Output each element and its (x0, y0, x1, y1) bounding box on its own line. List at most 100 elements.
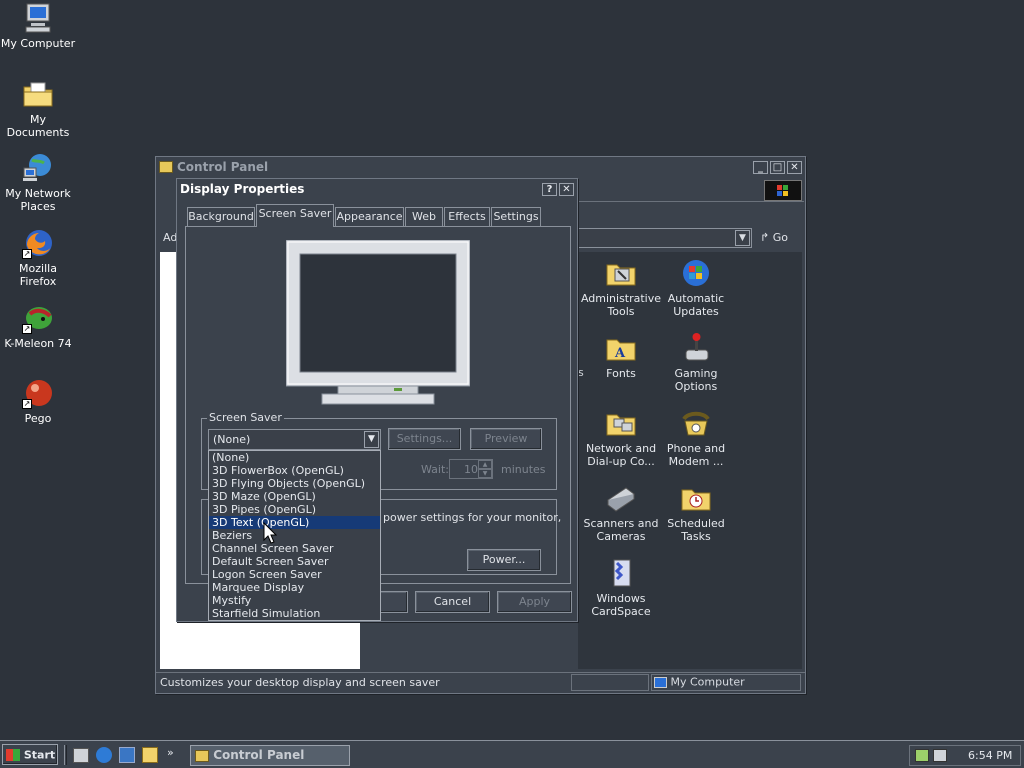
quick-launch-outlook-icon[interactable] (119, 747, 135, 763)
dialog-title: Display Properties (180, 182, 305, 196)
go-button[interactable]: ↱ Go (760, 230, 800, 248)
desktop-icon-my-documents[interactable]: My Documents (0, 78, 76, 139)
cp-item-label: Network and Dial-up Co... (585, 442, 657, 468)
tray-volume-icon[interactable] (933, 749, 947, 762)
control-panel-titlebar[interactable]: Control Panel _ □ ✕ (156, 157, 805, 177)
cancel-button[interactable]: Cancel (415, 591, 490, 613)
address-dropdown-button[interactable]: ▼ (735, 230, 750, 246)
desktop-icon-label: Pego (24, 412, 52, 425)
network-icon (22, 152, 54, 184)
option-3d-pipes[interactable]: 3D Pipes (OpenGL) (209, 503, 380, 516)
settings-button[interactable]: Settings... (388, 428, 461, 450)
tab-effects[interactable]: Effects (444, 207, 490, 226)
shortcut-arrow-icon: ↗ (22, 324, 32, 334)
cp-item-gaming-options[interactable]: Gaming Options (655, 332, 737, 393)
status-bar: Customizes your desktop display and scre… (156, 672, 805, 692)
task-app-icon (195, 749, 209, 762)
screensaver-select[interactable]: (None) ▼ (208, 429, 381, 450)
cp-item-network-dialup[interactable]: Network and Dial-up Co... (580, 407, 662, 468)
tab-screen-saver[interactable]: Screen Saver (256, 204, 334, 227)
address-input[interactable]: ▼ (578, 228, 752, 248)
apply-button[interactable]: Apply (497, 591, 572, 613)
stepper-down-icon[interactable]: ▼ (478, 469, 492, 478)
option-default-screen-saver[interactable]: Default Screen Saver (209, 555, 380, 568)
tray-clock[interactable]: 6:54 PM (968, 749, 1012, 762)
tab-web[interactable]: Web (405, 207, 443, 226)
tab-settings[interactable]: Settings (491, 207, 541, 226)
option-beziers[interactable]: Beziers (209, 529, 380, 542)
screensaver-options-list: (None) 3D FlowerBox (OpenGL) 3D Flying O… (208, 450, 381, 621)
desktop-icon-label: My Computer (0, 37, 76, 50)
wait-label: Wait: (421, 463, 449, 476)
admin-tools-icon (605, 257, 637, 289)
cp-item-phone-modem[interactable]: Phone and Modem ... (655, 407, 737, 468)
svg-text:A: A (614, 346, 626, 361)
preview-button[interactable]: Preview (470, 428, 542, 450)
cp-item-label: Scheduled Tasks (667, 517, 725, 543)
status-divider (571, 674, 649, 691)
go-arrow-icon: ↱ (760, 231, 770, 244)
stepper-up-icon[interactable]: ▲ (478, 460, 492, 469)
desktop-icon-mozilla-firefox[interactable]: ↗ Mozilla Firefox (0, 227, 76, 288)
dialog-close-button[interactable]: ✕ (559, 182, 574, 196)
start-button[interactable]: Start (2, 744, 58, 765)
cp-item-administrative-tools[interactable]: Administrative Tools (580, 257, 662, 318)
maximize-button[interactable]: □ (770, 160, 785, 174)
cp-item-scanners-cameras[interactable]: Scanners and Cameras (580, 482, 662, 543)
quick-launch-overflow-icon[interactable]: » (167, 746, 174, 759)
cp-item-windows-cardspace[interactable]: Windows CardSpace (580, 557, 662, 618)
cp-item-scheduled-tasks[interactable]: Scheduled Tasks (655, 482, 737, 543)
quick-launch-divider (64, 745, 67, 765)
tray-network-icon[interactable] (915, 749, 929, 762)
cp-item-label: Automatic Updates (667, 292, 725, 318)
select-dropdown-button[interactable]: ▼ (364, 431, 379, 448)
firefox-icon: ↗ (22, 227, 54, 259)
dialog-titlebar[interactable]: Display Properties ? ✕ (177, 179, 577, 199)
fonts-folder-icon: A (605, 332, 637, 364)
folder-icon (22, 78, 54, 110)
desktop-icon-k-meleon[interactable]: ↗ K-Meleon 74 (0, 302, 76, 350)
wait-stepper[interactable]: 10 ▲ ▼ (449, 459, 493, 479)
option-starfield-simulation[interactable]: Starfield Simulation (209, 607, 380, 620)
shortcut-arrow-icon: ↗ (22, 399, 32, 409)
option-none[interactable]: (None) (209, 451, 380, 464)
desktop-icon-my-network-places[interactable]: My Network Places (0, 152, 76, 213)
cp-item-label: Fonts (606, 367, 636, 380)
network-connections-icon (605, 407, 637, 439)
quick-launch-desktop-icon[interactable] (73, 748, 89, 763)
close-button[interactable]: ✕ (787, 160, 802, 174)
status-zone-label: My Computer (670, 675, 745, 689)
cp-item-label: Phone and Modem ... (666, 442, 726, 468)
cp-item-fonts[interactable]: A Fonts (580, 332, 662, 380)
tab-background[interactable]: Background (187, 207, 255, 226)
start-windows-logo-icon (6, 749, 20, 761)
option-logon-screen-saver[interactable]: Logon Screen Saver (209, 568, 380, 581)
shortcut-arrow-icon: ↗ (22, 249, 32, 259)
desktop-icon-my-computer[interactable]: My Computer (0, 2, 76, 50)
option-mystify[interactable]: Mystify (209, 594, 380, 607)
minimize-button[interactable]: _ (753, 160, 768, 174)
desktop-icon-label: My Network Places (5, 187, 71, 213)
power-button[interactable]: Power... (467, 549, 541, 571)
option-3d-text[interactable]: 3D Text (OpenGL) (209, 516, 380, 529)
tab-appearance[interactable]: Appearance (335, 207, 404, 226)
option-channel-screen-saver[interactable]: Channel Screen Saver (209, 542, 380, 555)
cp-item-automatic-updates[interactable]: Automatic Updates (655, 257, 737, 318)
help-button[interactable]: ? (542, 182, 557, 196)
phone-icon (680, 407, 712, 439)
quick-launch-ie-icon[interactable] (96, 747, 112, 763)
option-3d-flying-objects[interactable]: 3D Flying Objects (OpenGL) (209, 477, 380, 490)
pego-icon: ↗ (22, 377, 54, 409)
desktop-icon-label: Mozilla Firefox (19, 262, 57, 288)
computer-icon (22, 2, 54, 34)
option-marquee-display[interactable]: Marquee Display (209, 581, 380, 594)
mouse-cursor-icon (263, 521, 278, 547)
screensaver-group-label: Screen Saver (207, 411, 284, 424)
option-3d-flowerbox[interactable]: 3D FlowerBox (OpenGL) (209, 464, 380, 477)
desktop-icon-pego[interactable]: ↗ Pego (0, 377, 76, 425)
quick-launch-search-icon[interactable] (142, 747, 158, 763)
option-3d-maze[interactable]: 3D Maze (OpenGL) (209, 490, 380, 503)
taskbar-control-panel-button[interactable]: Control Panel (190, 745, 350, 766)
windows-update-icon (680, 257, 712, 289)
cardspace-icon (605, 557, 637, 589)
